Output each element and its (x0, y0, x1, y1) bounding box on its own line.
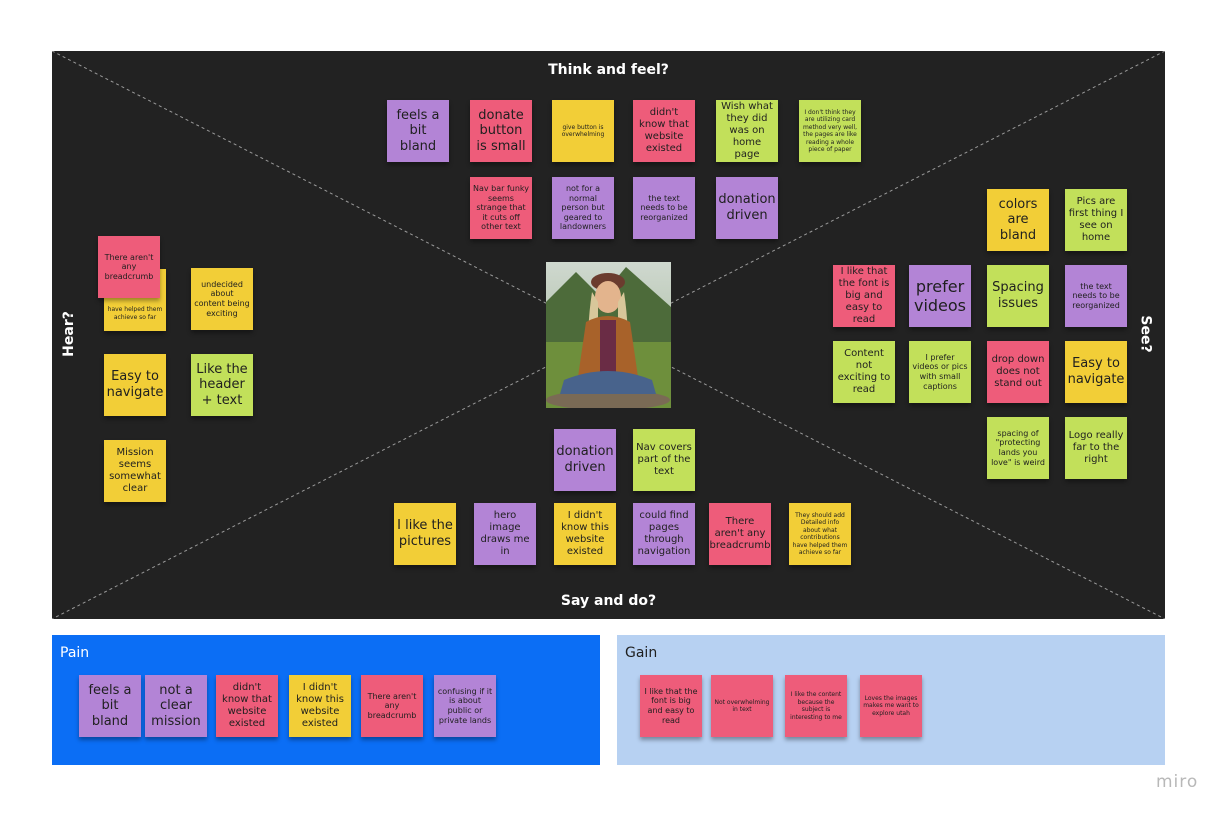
pain-panel[interactable]: Pain feels a bit bland not a clear missi… (52, 635, 600, 765)
sticky-note[interactable]: the text needs to be reorganized (633, 177, 695, 239)
sticky-note[interactable]: Logo really far to the right (1065, 417, 1127, 479)
sticky-note[interactable]: drop down does not stand out (987, 341, 1049, 403)
pain-title: Pain (60, 645, 90, 661)
gain-title: Gain (625, 645, 658, 661)
sticky-note[interactable]: not for a normal person but geared to la… (552, 177, 614, 239)
sticky-note[interactable]: There aren't any breadcrumb (709, 503, 771, 565)
sticky-note[interactable]: I didn't know this website existed (289, 675, 351, 737)
sticky-note[interactable]: Like the header + text (191, 354, 253, 416)
sticky-note[interactable]: Wish what they did was on home page (716, 100, 778, 162)
sticky-note[interactable]: didn't know that website existed (216, 675, 278, 737)
persona-photo (546, 262, 671, 408)
sticky-note[interactable]: could find pages through navigation (633, 503, 695, 565)
sticky-note[interactable]: Not overwhelming in text (711, 675, 773, 737)
sticky-note[interactable]: feels a bit bland (387, 100, 449, 162)
sticky-note[interactable]: colors are bland (987, 189, 1049, 251)
sticky-note[interactable]: Mission seems somewhat clear (104, 440, 166, 502)
sticky-note[interactable]: donation driven (554, 429, 616, 491)
sticky-note[interactable]: They should add Detailed info about what… (789, 503, 851, 565)
quadrant-label-think: Think and feel? (548, 62, 669, 78)
sticky-note[interactable]: feels a bit bland (79, 675, 141, 737)
sticky-note[interactable]: Loves the images makes me want to explor… (860, 675, 922, 737)
sticky-note[interactable]: Easy to navigate (1065, 341, 1127, 403)
sticky-note[interactable]: donation driven (716, 177, 778, 239)
sticky-note[interactable]: confusing if it is about public or priva… (434, 675, 496, 737)
sticky-note[interactable]: There aren't any breadcrumb (98, 236, 160, 298)
sticky-note[interactable]: prefer videos (909, 265, 971, 327)
sticky-note[interactable]: I like the content because the subject i… (785, 675, 847, 737)
sticky-note[interactable]: hero image draws me in (474, 503, 536, 565)
miro-logo: miro (1156, 772, 1199, 792)
sticky-note[interactable]: Easy to navigate (104, 354, 166, 416)
sticky-note[interactable]: I didn't know this website existed (554, 503, 616, 565)
sticky-note[interactable]: I like the pictures (394, 503, 456, 565)
sticky-note[interactable]: I like that the font is big and easy to … (640, 675, 702, 737)
empathy-map-board[interactable]: Think and feel? Say and do? Hear? See? f… (52, 51, 1165, 619)
quadrant-label-hear: Hear? (60, 311, 77, 357)
sticky-note[interactable]: Content not exciting to read (833, 341, 895, 403)
sticky-note[interactable]: the text needs to be reorganized (1065, 265, 1127, 327)
sticky-note[interactable]: I like that the font is big and easy to … (833, 265, 895, 327)
quadrant-label-say: Say and do? (560, 593, 657, 609)
sticky-note[interactable]: spacing of "protecting lands you love" i… (987, 417, 1049, 479)
sticky-note[interactable]: Nav bar funky seems strange that it cuts… (470, 177, 532, 239)
sticky-note[interactable]: donate button is small (470, 100, 532, 162)
sticky-note[interactable]: I don't think they are utilizing card me… (799, 100, 861, 162)
sticky-note[interactable]: undecided about content being exciting (191, 268, 253, 330)
quadrant-label-see: See? (1137, 315, 1154, 353)
sticky-note[interactable]: I prefer videos or pics with small capti… (909, 341, 971, 403)
sticky-note[interactable]: Nav covers part of the text (633, 429, 695, 491)
sticky-note[interactable]: not a clear mission (145, 675, 207, 737)
sticky-note[interactable]: Pics are first thing I see on home (1065, 189, 1127, 251)
sticky-note[interactable]: Spacing issues (987, 265, 1049, 327)
sticky-note[interactable]: There aren't any breadcrumb (361, 675, 423, 737)
sticky-note[interactable]: didn't know that website existed (633, 100, 695, 162)
gain-panel[interactable]: Gain I like that the font is big and eas… (617, 635, 1165, 765)
sticky-note[interactable]: give button is overwhelming (552, 100, 614, 162)
